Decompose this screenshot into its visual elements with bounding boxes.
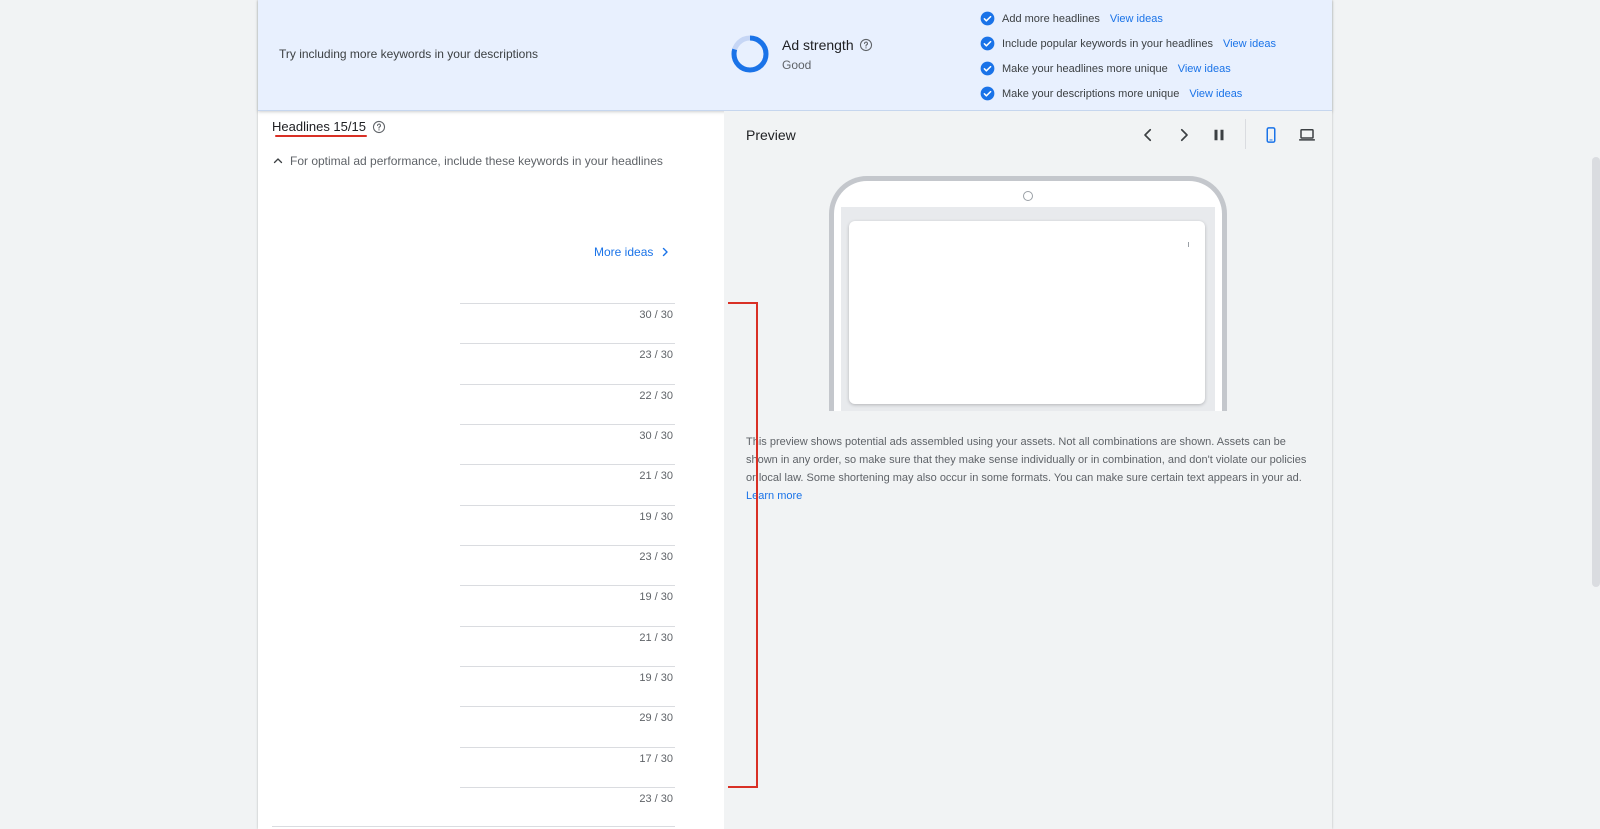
ad-strength-donut-icon bbox=[731, 35, 769, 73]
ad-strength-label: Ad strength bbox=[782, 37, 854, 53]
headlines-panel: Headlines 15/15 For optimal ad performan… bbox=[258, 111, 724, 829]
ad-menu-indicator bbox=[1188, 242, 1189, 247]
ad-strength-banner: Try including more keywords in your desc… bbox=[258, 0, 1332, 111]
pause-preview-button[interactable] bbox=[1208, 124, 1230, 146]
checklist-item-label: Make your headlines more unique bbox=[1002, 62, 1168, 75]
headline-field[interactable]: 30 / 30 bbox=[460, 424, 675, 464]
headline-field[interactable]: 23 / 30 bbox=[460, 545, 675, 585]
more-ideas-label: More ideas bbox=[594, 245, 654, 259]
divider bbox=[1245, 119, 1246, 149]
checklist-item: Add more headlines View ideas bbox=[980, 6, 1276, 31]
preview-disclaimer: This preview shows potential ads assembl… bbox=[746, 433, 1312, 505]
view-ideas-link[interactable]: View ideas bbox=[1223, 38, 1276, 50]
headline-field[interactable]: 21 / 30 bbox=[460, 464, 675, 504]
character-counter: 30 / 30 bbox=[639, 430, 673, 442]
headline-field[interactable]: 19 / 30 bbox=[460, 585, 675, 625]
character-counter: 19 / 30 bbox=[639, 672, 673, 684]
phone-camera bbox=[1023, 191, 1033, 201]
headline-field[interactable]: 30 / 30 bbox=[460, 303, 675, 343]
chevron-right-icon bbox=[1180, 128, 1188, 142]
headline-field[interactable]: 21 / 30 bbox=[460, 626, 675, 666]
headline-field[interactable]: 19 / 30 bbox=[460, 666, 675, 706]
view-ideas-link[interactable]: View ideas bbox=[1189, 88, 1242, 100]
headlines-label: Headlines 15/15 bbox=[272, 119, 366, 134]
character-counter: 19 / 30 bbox=[639, 511, 673, 523]
check-circle-icon bbox=[980, 36, 995, 51]
ad-preview-card bbox=[849, 221, 1205, 404]
annotation-underline bbox=[275, 135, 367, 137]
desktop-preview-button[interactable] bbox=[1296, 124, 1318, 146]
next-preview-button[interactable] bbox=[1173, 124, 1195, 146]
check-circle-icon bbox=[980, 11, 995, 26]
headlines-title: Headlines 15/15 bbox=[272, 119, 386, 134]
character-counter: 29 / 30 bbox=[639, 712, 673, 724]
check-circle-icon bbox=[980, 86, 995, 101]
chevron-up-icon bbox=[273, 158, 283, 164]
improvement-checklist: Add more headlines View ideas Include po… bbox=[980, 6, 1276, 106]
phone-mockup bbox=[829, 176, 1227, 411]
more-ideas-button[interactable]: More ideas bbox=[594, 245, 671, 259]
checklist-item-label: Add more headlines bbox=[1002, 12, 1100, 25]
help-circle-icon[interactable] bbox=[372, 120, 386, 134]
banner-tip: Try including more keywords in your desc… bbox=[279, 47, 538, 61]
headline-field[interactable]: 23 / 30 bbox=[460, 343, 675, 383]
checklist-item-label: Include popular keywords in your headlin… bbox=[1002, 37, 1213, 50]
previous-preview-button[interactable] bbox=[1137, 124, 1159, 146]
headline-field[interactable]: 22 / 30 bbox=[460, 384, 675, 424]
character-counter: 21 / 30 bbox=[639, 632, 673, 644]
chevron-right-icon bbox=[663, 247, 669, 257]
headline-field[interactable]: 19 / 30 bbox=[460, 505, 675, 545]
check-circle-icon bbox=[980, 61, 995, 76]
character-counter: 30 / 30 bbox=[639, 309, 673, 321]
laptop-icon bbox=[1299, 129, 1315, 141]
page-scrollbar[interactable] bbox=[1592, 157, 1600, 587]
phone-icon bbox=[1266, 127, 1276, 143]
phone-screen bbox=[841, 207, 1215, 411]
character-counter: 17 / 30 bbox=[639, 753, 673, 765]
mobile-preview-button[interactable] bbox=[1260, 124, 1282, 146]
checklist-item-label: Make your descriptions more unique bbox=[1002, 87, 1180, 100]
checklist-item: Make your descriptions more unique View … bbox=[980, 81, 1276, 106]
help-circle-icon[interactable] bbox=[859, 38, 873, 52]
pause-icon bbox=[1214, 129, 1224, 141]
checklist-item: Include popular keywords in your headlin… bbox=[980, 31, 1276, 56]
headline-field[interactable]: 23 / 30 bbox=[460, 787, 675, 827]
divider bbox=[272, 826, 675, 827]
preview-disclaimer-text: This preview shows potential ads assembl… bbox=[746, 436, 1307, 484]
view-ideas-link[interactable]: View ideas bbox=[1110, 13, 1163, 25]
character-counter: 23 / 30 bbox=[639, 349, 673, 361]
checklist-item: Make your headlines more unique View ide… bbox=[980, 56, 1276, 81]
preview-title: Preview bbox=[746, 127, 796, 143]
headline-field[interactable]: 29 / 30 bbox=[460, 706, 675, 746]
character-counter: 23 / 30 bbox=[639, 551, 673, 563]
headline-field[interactable]: 17 / 30 bbox=[460, 747, 675, 787]
character-counter: 19 / 30 bbox=[639, 591, 673, 603]
ad-strength-value: Good bbox=[782, 58, 812, 72]
chevron-left-icon bbox=[1144, 128, 1152, 142]
ad-strength-title: Ad strength bbox=[782, 37, 873, 53]
view-ideas-link[interactable]: View ideas bbox=[1178, 63, 1231, 75]
keywords-hint-text: For optimal ad performance, include thes… bbox=[290, 154, 663, 168]
character-counter: 21 / 30 bbox=[639, 470, 673, 482]
keywords-hint-toggle[interactable]: For optimal ad performance, include thes… bbox=[272, 154, 663, 168]
annotation-bracket bbox=[728, 302, 758, 788]
preview-panel: Preview This preview shows potential ads… bbox=[724, 111, 1332, 829]
character-counter: 23 / 30 bbox=[639, 793, 673, 805]
character-counter: 22 / 30 bbox=[639, 390, 673, 402]
